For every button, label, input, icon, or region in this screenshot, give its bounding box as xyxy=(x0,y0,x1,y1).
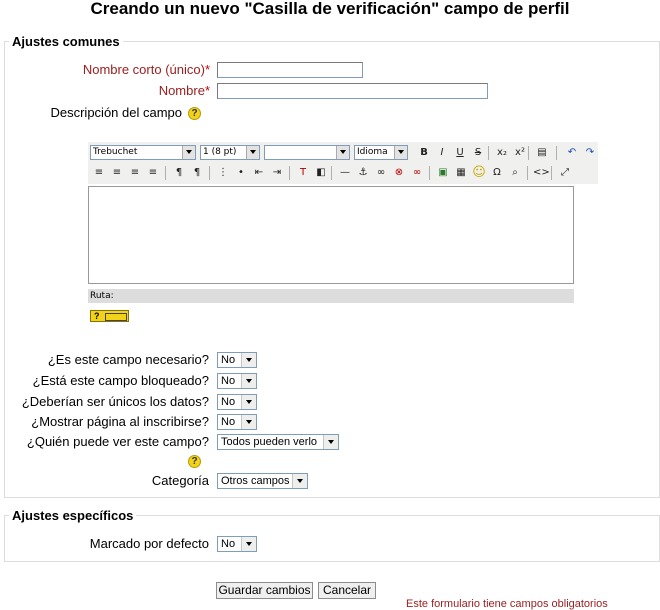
unique-label: ¿Deberían ser únicos los datos? xyxy=(21,394,209,409)
toolbar-separator xyxy=(429,166,430,180)
redo-icon[interactable]: ↷ xyxy=(582,145,598,161)
toolbar-separator xyxy=(488,146,489,160)
nolink-icon[interactable]: ∞ xyxy=(409,165,425,181)
description-editor[interactable] xyxy=(88,186,574,284)
link-icon[interactable]: ∞ xyxy=(373,165,389,181)
anchor-icon[interactable]: ⚓ xyxy=(355,165,371,181)
chevron-down-icon xyxy=(394,146,407,159)
default-checked-label: Marcado por defecto xyxy=(89,536,209,551)
default-checked-select[interactable]: No xyxy=(217,536,257,552)
page-title: Creando un nuevo "Casilla de verificació… xyxy=(90,0,570,18)
bold-icon[interactable]: B xyxy=(416,145,432,161)
editor-toolbar: Trebuchet 1 (8 pt) Idioma B I U Sx₂ x² ▤ ↶ ↷ ≡ ≡ ≡… xyxy=(88,142,598,184)
italic-icon[interactable]: I xyxy=(434,145,450,161)
chevron-down-icon xyxy=(241,353,256,367)
required-fields-note: Este formulario tiene campos obligatorio… xyxy=(406,598,608,610)
toolbar-separator xyxy=(331,166,332,180)
rtl-icon[interactable]: ¶ xyxy=(189,165,205,181)
category-select[interactable]: Otros campos xyxy=(217,473,308,489)
html-source-icon[interactable]: <> xyxy=(533,165,550,181)
visible-label: ¿Quién puede ver este campo? xyxy=(26,434,209,449)
category-label: Categoría xyxy=(151,473,209,488)
toolbar-separator xyxy=(551,166,552,180)
ltr-icon[interactable]: ¶ xyxy=(171,165,187,181)
undo-icon[interactable]: ↶ xyxy=(564,145,580,161)
name-input[interactable] xyxy=(217,83,488,99)
signup-select[interactable]: No xyxy=(217,414,257,430)
shortname-label: Nombre corto (único)* xyxy=(82,62,210,77)
fullscreen-icon[interactable]: ⤢ xyxy=(557,165,573,181)
toolbar-separator xyxy=(209,166,210,180)
signup-label: ¿Mostrar página al inscribirse? xyxy=(31,414,209,429)
cancel-button[interactable]: Cancelar xyxy=(318,582,376,599)
chevron-down-icon xyxy=(241,395,256,409)
indent-icon[interactable]: ⇥ xyxy=(269,165,285,181)
specific-settings-legend: Ajustes específicos xyxy=(9,508,137,523)
locked-select[interactable]: No xyxy=(217,373,257,389)
unordered-list-icon[interactable]: • xyxy=(233,165,249,181)
toolbar-separator xyxy=(289,166,290,180)
table-icon[interactable]: ▦ xyxy=(453,165,469,181)
editor-path-bar: Ruta: xyxy=(88,289,574,303)
subscript-icon[interactable]: x₂ xyxy=(494,145,510,161)
align-left-icon[interactable]: ≡ xyxy=(91,165,107,181)
strikethrough-icon[interactable]: S xyxy=(470,145,486,161)
name-label: Nombre* xyxy=(158,83,210,98)
language-select[interactable]: Idioma xyxy=(354,145,408,160)
required-label: ¿Es este campo necesario? xyxy=(47,352,209,367)
chevron-down-icon xyxy=(241,537,256,551)
editor-help-button[interactable]: ? xyxy=(90,310,129,322)
special-char-icon[interactable]: Ω xyxy=(489,165,505,181)
superscript-icon[interactable]: x² xyxy=(512,145,528,161)
shortname-input[interactable] xyxy=(217,62,363,78)
ordered-list-icon[interactable]: ⋮ xyxy=(215,165,231,181)
background-color-icon[interactable]: ◧ xyxy=(313,165,329,181)
image-icon[interactable]: ▣ xyxy=(435,165,451,181)
font-size-select[interactable]: 1 (8 pt) xyxy=(200,145,260,160)
search-replace-icon[interactable]: ⌕ xyxy=(507,165,523,181)
chevron-down-icon xyxy=(241,415,256,429)
chevron-down-icon xyxy=(241,374,256,388)
keyboard-icon xyxy=(105,312,128,321)
description-label: Descripción del campo xyxy=(50,105,182,120)
locked-label: ¿Está este campo bloqueado? xyxy=(32,373,209,388)
visible-help-icon[interactable]: ? xyxy=(188,455,201,468)
unique-select[interactable]: No xyxy=(217,394,257,410)
outdent-icon[interactable]: ⇤ xyxy=(251,165,267,181)
unlink-icon[interactable]: ⊗ xyxy=(391,165,407,181)
justify-icon[interactable]: ≡ xyxy=(145,165,161,181)
toolbar-separator xyxy=(527,166,528,180)
editor-path-label: Ruta: xyxy=(90,291,114,301)
align-right-icon[interactable]: ≡ xyxy=(127,165,143,181)
align-center-icon[interactable]: ≡ xyxy=(109,165,125,181)
chevron-down-icon xyxy=(246,146,259,159)
text-color-icon[interactable]: T xyxy=(295,165,311,181)
description-help-icon[interactable]: ? xyxy=(188,107,201,120)
toolbar-separator xyxy=(556,146,557,160)
required-select[interactable]: No xyxy=(217,352,257,368)
visible-select[interactable]: Todos pueden verlo xyxy=(217,434,339,450)
chevron-down-icon xyxy=(336,146,349,159)
chevron-down-icon xyxy=(292,474,307,488)
toolbar-separator xyxy=(528,146,529,160)
common-settings-legend: Ajustes comunes xyxy=(9,34,123,49)
underline-icon[interactable]: U xyxy=(452,145,468,161)
smiley-icon[interactable]: ☺ xyxy=(471,165,487,181)
save-button[interactable]: Guardar cambios xyxy=(216,582,313,599)
clean-word-icon[interactable]: ▤ xyxy=(534,145,550,161)
format-select[interactable] xyxy=(264,145,350,160)
help-icon: ? xyxy=(94,311,100,321)
chevron-down-icon xyxy=(323,435,338,449)
horizontal-rule-icon[interactable]: — xyxy=(337,165,353,181)
chevron-down-icon xyxy=(182,146,195,159)
font-family-select[interactable]: Trebuchet xyxy=(90,145,196,160)
toolbar-separator xyxy=(165,166,166,180)
